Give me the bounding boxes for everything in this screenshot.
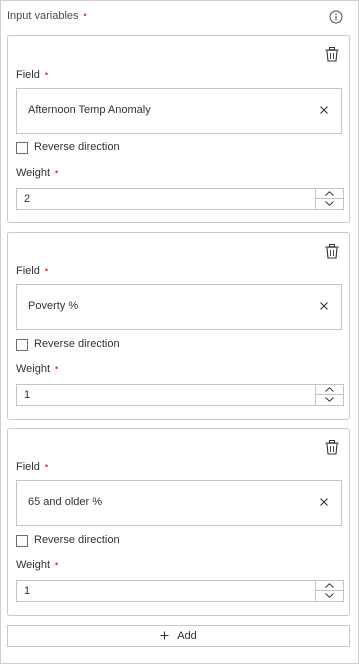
weight-stepper [315, 581, 343, 601]
weight-input[interactable] [16, 580, 344, 602]
trash-icon[interactable] [325, 440, 339, 455]
reverse-direction-checkbox[interactable] [16, 339, 28, 351]
chevron-down-icon [325, 593, 334, 598]
weight-value[interactable] [17, 385, 314, 405]
reverse-direction-label: Reverse direction [34, 338, 120, 350]
field-value: Afternoon Temp Anomaly [28, 104, 151, 116]
weight-stepper [315, 189, 343, 209]
increment-button[interactable] [316, 189, 343, 199]
reverse-direction-checkbox[interactable] [16, 535, 28, 547]
variable-card: Field • 65 and older % Reverse direction … [7, 428, 350, 616]
add-button-content: Add [8, 630, 349, 642]
input-variables-panel: Input variables • Field • Afternoon Temp A… [0, 0, 359, 664]
chevron-up-icon [325, 191, 334, 196]
chevron-down-icon [325, 201, 334, 206]
close-icon[interactable] [319, 105, 329, 115]
weight-input[interactable] [16, 384, 344, 406]
variable-card: Field • Afternoon Temp Anomaly Reverse di… [7, 35, 350, 223]
decrement-button[interactable] [316, 395, 343, 405]
add-button-label: Add [177, 630, 197, 642]
section-title: Input variables • [7, 10, 87, 22]
plus-icon [160, 631, 169, 640]
weight-value[interactable] [17, 189, 314, 209]
increment-button[interactable] [316, 581, 343, 591]
weight-value[interactable] [17, 581, 314, 601]
chevron-up-icon [325, 583, 334, 588]
weight-label: Weight • [16, 559, 59, 571]
weight-input[interactable] [16, 188, 344, 210]
chevron-up-icon [325, 387, 334, 392]
decrement-button[interactable] [316, 591, 343, 601]
trash-icon[interactable] [325, 244, 339, 259]
field-value: 65 and older % [28, 496, 102, 508]
field-label: Field • [16, 265, 48, 277]
increment-button[interactable] [316, 385, 343, 395]
reverse-direction-label: Reverse direction [34, 534, 120, 546]
required-indicator: • [83, 10, 87, 20]
decrement-button[interactable] [316, 199, 343, 209]
section-header: Input variables • [7, 10, 352, 26]
add-variable-button[interactable]: Add [7, 625, 350, 647]
field-label: Field • [16, 69, 48, 81]
field-select[interactable]: Poverty % [16, 284, 342, 330]
weight-label: Weight • [16, 363, 59, 375]
trash-icon[interactable] [325, 47, 339, 62]
close-icon[interactable] [319, 497, 329, 507]
field-select[interactable]: Afternoon Temp Anomaly [16, 88, 342, 134]
reverse-direction-checkbox[interactable] [16, 142, 28, 154]
field-label: Field • [16, 461, 48, 473]
weight-stepper [315, 385, 343, 405]
reverse-direction-label: Reverse direction [34, 141, 120, 153]
info-icon[interactable] [329, 10, 343, 24]
chevron-down-icon [325, 397, 334, 402]
weight-label: Weight • [16, 167, 59, 179]
field-value: Poverty % [28, 300, 79, 312]
variable-card: Field • Poverty % Reverse direction Weigh… [7, 232, 350, 420]
field-select[interactable]: 65 and older % [16, 480, 342, 526]
close-icon[interactable] [319, 301, 329, 311]
